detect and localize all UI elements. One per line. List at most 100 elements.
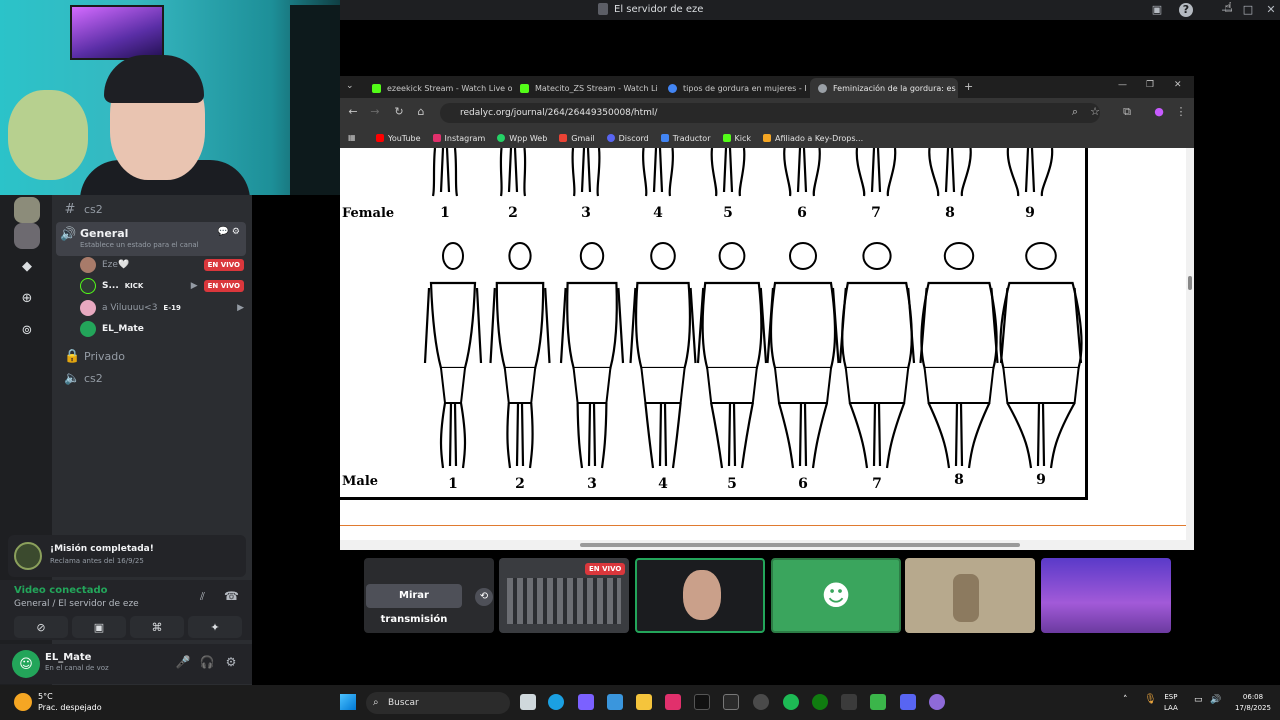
activity-button[interactable]: ⌘ [130, 616, 184, 638]
screen-share-button[interactable]: ▣ [72, 616, 126, 638]
channel-cs2-voice[interactable]: 🔈 cs2 [60, 367, 246, 389]
close-icon[interactable]: ✕ [1264, 3, 1278, 17]
epic-games-icon[interactable] [723, 694, 739, 710]
voice-user[interactable]: Eze🤍 EN VIVO [80, 255, 244, 275]
server-avatar[interactable] [14, 197, 40, 223]
compass-icon[interactable]: ⊚ [14, 317, 40, 343]
voice-user[interactable]: a Viluuuu<3 E-19 ▶ [80, 298, 244, 318]
channel-general-voice[interactable]: 🔊 General 💬 ⚙ [56, 222, 246, 256]
browser-tab-active[interactable]: Feminización de la gordura: es ✕ [810, 78, 958, 98]
instagram-icon[interactable] [665, 694, 681, 710]
start-icon[interactable] [340, 694, 356, 710]
bookmark-youtube[interactable]: YouTube [376, 134, 421, 143]
reload-icon[interactable]: ↻ [392, 105, 406, 118]
url-bar[interactable]: redalyc.org/journal/264/26449350008/html… [440, 103, 1100, 123]
profile-icon[interactable]: ● [1152, 105, 1166, 118]
taskbar-search[interactable]: ⌕ Buscar [366, 692, 510, 714]
app-icon[interactable] [841, 694, 857, 710]
stream-tile-camera[interactable] [635, 558, 765, 633]
microphone-icon[interactable]: 🎤 [175, 655, 191, 671]
new-tab-icon[interactable]: + [964, 80, 973, 93]
discord-icon[interactable] [900, 694, 916, 710]
tiktok-icon[interactable] [694, 694, 710, 710]
apps-grid-icon[interactable]: ▦ [348, 133, 356, 142]
minimize-icon[interactable]: — [1118, 80, 1127, 90]
stream-tile-game[interactable] [1041, 558, 1171, 633]
voice-user[interactable]: S... KICK ▶ EN VIVO [80, 276, 244, 296]
male-number: 1 [448, 476, 458, 492]
scroll-thumb[interactable] [1188, 276, 1192, 290]
scroll-thumb[interactable] [580, 543, 1020, 547]
close-icon[interactable]: ✕ [1174, 80, 1182, 90]
voice-user[interactable]: EL_Mate [80, 319, 244, 339]
browser-tab[interactable]: tipos de gordura en mujeres - I ✕ [660, 78, 808, 98]
forward-icon[interactable]: → [368, 105, 382, 118]
vertical-scrollbar[interactable] [1186, 148, 1194, 540]
channel-name: General [80, 227, 129, 240]
channel-status-hint[interactable]: Establece un estado para el canal [80, 241, 199, 249]
voice-location[interactable]: General / El servidor de eze [14, 599, 139, 609]
headphones-icon[interactable]: 🎧 [199, 655, 215, 671]
task-view-icon[interactable] [520, 694, 536, 710]
mission-subtitle: Reclama antes del 16/9/25 [50, 557, 144, 565]
channel-privado[interactable]: 🔒 Privado [60, 345, 246, 367]
store-icon[interactable] [607, 694, 623, 710]
tab-search-icon[interactable]: ⌄ [346, 81, 354, 91]
avatar [80, 278, 96, 294]
noise-suppression-icon[interactable]: ⫽ [200, 590, 205, 604]
bookmark-gmail[interactable]: Gmail [559, 134, 595, 143]
spotify-icon[interactable] [783, 694, 799, 710]
browser-tab[interactable]: Matecito_ZS Stream - Watch Li ✕ [512, 78, 660, 98]
menu-icon[interactable]: ⋮ [1174, 105, 1188, 118]
server-avatar[interactable] [14, 223, 40, 249]
page-divider [340, 525, 1186, 526]
mission-card[interactable]: ¡Misión completada! Reclama antes del 16… [8, 535, 246, 577]
xbox-icon[interactable] [812, 694, 828, 710]
watch-together-icon[interactable]: ⟲ [475, 588, 493, 606]
stream-tile-camera[interactable] [905, 558, 1035, 633]
chat-icon[interactable]: 💬 ⚙ [218, 227, 246, 237]
add-server-icon[interactable]: ⊕ [14, 285, 40, 311]
volume-icon[interactable]: 🔊 [1210, 695, 1221, 705]
stream-tile-discord[interactable]: ☻ [771, 558, 901, 633]
watch-stream-button[interactable]: Mirar transmisión [366, 584, 462, 625]
browser-tab[interactable]: ezeekick Stream - Watch Live o ✕ [364, 78, 512, 98]
maximize-icon[interactable]: □ [1241, 3, 1255, 17]
file-explorer-icon[interactable] [636, 694, 652, 710]
weather-widget[interactable]: 5°C Prac. despejado [14, 691, 102, 713]
copilot-icon[interactable] [578, 694, 594, 710]
home-icon[interactable]: ⌂ [414, 105, 428, 118]
inbox-icon[interactable]: ▣ [1150, 3, 1164, 17]
chevron-up-icon[interactable]: ˄ [1123, 695, 1128, 705]
discover-icon[interactable]: ◆ [14, 253, 40, 279]
settings-icon[interactable]: ⚙ [223, 655, 239, 671]
user-avatar[interactable]: ☺ [12, 650, 40, 678]
edge-icon[interactable] [548, 694, 564, 710]
language-indicator[interactable]: ESP LAA [1164, 692, 1178, 714]
soundboard-button[interactable]: ✦ [188, 616, 242, 638]
bookmark-kick[interactable]: Kick [722, 134, 751, 143]
network-icon[interactable]: ▭ [1194, 695, 1203, 705]
stream-tile-screen[interactable]: EN VIVO [499, 558, 629, 633]
microphone-icon[interactable]: 🎙 [1144, 694, 1157, 705]
bookmark-discord[interactable]: Discord [606, 134, 649, 143]
help-icon[interactable]: ? [1179, 3, 1193, 17]
zoom-icon[interactable]: ⌕ [1068, 105, 1082, 119]
camera-off-button[interactable]: ⊘ [14, 616, 68, 638]
bookmark-instagram[interactable]: Instagram [432, 134, 485, 143]
steam-icon[interactable] [753, 694, 769, 710]
bookmark-star-icon[interactable]: ☆ [1088, 105, 1102, 118]
clock[interactable]: 06:08 17/8/2025 [1230, 692, 1276, 714]
disconnect-icon[interactable]: ☎ [224, 589, 239, 603]
bookmark-keydrop[interactable]: Afiliado a Key-Drops... [763, 134, 863, 143]
extensions-icon[interactable]: ⧉ [1120, 105, 1134, 119]
female-figure [1006, 148, 1054, 197]
back-icon[interactable]: ← [346, 105, 360, 118]
female-figure [710, 148, 746, 197]
app-icon[interactable] [929, 694, 945, 710]
channel-cs2-text[interactable]: # cs2 [60, 198, 246, 220]
restore-icon[interactable]: ❐ [1146, 80, 1154, 90]
bookmark-wpp[interactable]: Wpp Web [497, 134, 547, 143]
minecraft-icon[interactable] [870, 694, 886, 710]
bookmark-traductor[interactable]: Traductor [660, 134, 711, 143]
